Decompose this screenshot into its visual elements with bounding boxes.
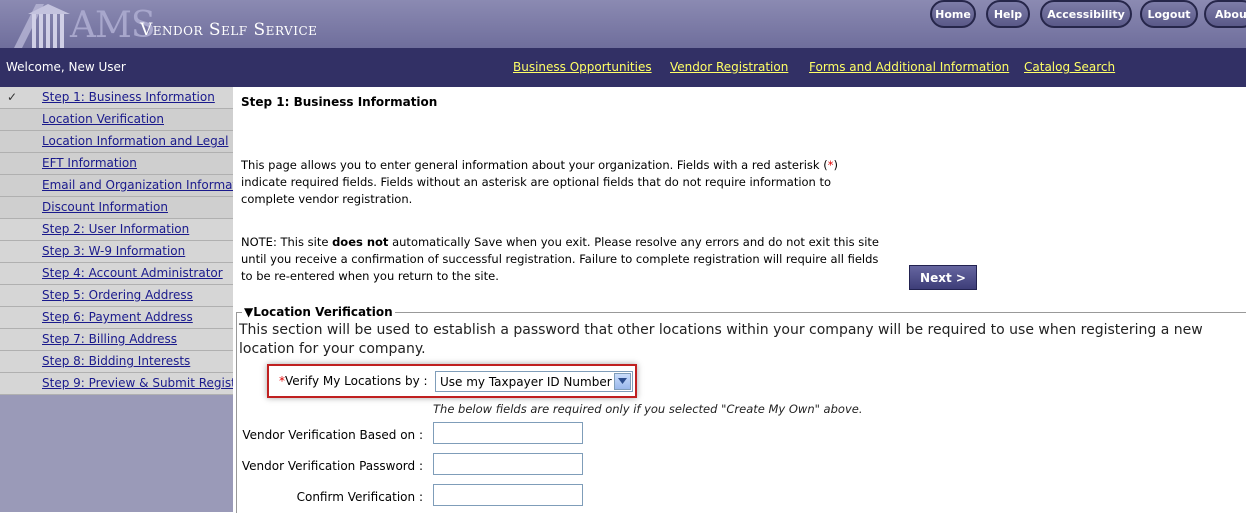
- main-content: Step 1: Business Information This page a…: [233, 87, 1246, 513]
- nav-vendor-registration[interactable]: Vendor Registration: [670, 60, 788, 74]
- verification-based-on-label: Vendor Verification Based on :: [242, 428, 423, 442]
- intro-text: This page allows you to enter general in…: [241, 157, 881, 208]
- about-button[interactable]: About: [1204, 0, 1246, 28]
- nav-forms-info[interactable]: Forms and Additional Information: [809, 60, 1009, 74]
- sidebar-item-location-information[interactable]: Location Information and Legal: [0, 131, 233, 153]
- welcome-text: Welcome, New User: [6, 60, 126, 74]
- sidebar-item-business-information[interactable]: ✓ Step 1: Business Information: [0, 87, 233, 109]
- sidebar-item-preview-submit[interactable]: Step 9: Preview & Submit Registration: [0, 373, 233, 395]
- page-title: Step 1: Business Information: [241, 95, 438, 109]
- section-toggle[interactable]: ▼Location Verification: [242, 305, 395, 319]
- sidebar-item-label[interactable]: Step 3: W-9 Information: [42, 241, 185, 262]
- sidebar: ✓ Step 1: Business Information Location …: [0, 87, 233, 512]
- chevron-down-icon[interactable]: [614, 373, 631, 390]
- section-description: This section will be used to establish a…: [239, 322, 1203, 357]
- confirm-verification-input[interactable]: [433, 484, 583, 506]
- sidebar-item-label[interactable]: Step 6: Payment Address: [42, 307, 193, 328]
- accessibility-button[interactable]: Accessibility: [1040, 0, 1132, 28]
- create-own-hint: The below fields are required only if yo…: [433, 402, 863, 416]
- sidebar-item-label[interactable]: Email and Organization Information: [42, 175, 233, 196]
- sidebar-item-label[interactable]: Step 1: Business Information: [42, 87, 215, 108]
- verification-password-label: Vendor Verification Password :: [241, 459, 423, 473]
- sidebar-item-billing-address[interactable]: Step 7: Billing Address: [0, 329, 233, 351]
- logout-button[interactable]: Logout: [1140, 0, 1198, 28]
- sidebar-item-w9-information[interactable]: Step 3: W-9 Information: [0, 241, 233, 263]
- verify-locations-label: *Verify My Locations by :: [279, 374, 428, 388]
- nav-catalog-search[interactable]: Catalog Search: [1024, 60, 1115, 74]
- verify-label-text: Verify My Locations by :: [285, 374, 428, 388]
- sidebar-item-eft-information[interactable]: EFT Information: [0, 153, 233, 175]
- save-note: NOTE: This site does not automatically S…: [241, 234, 891, 285]
- verification-password-input[interactable]: [433, 453, 583, 475]
- sidebar-item-ordering-address[interactable]: Step 5: Ordering Address: [0, 285, 233, 307]
- sidebar-item-label[interactable]: Step 5: Ordering Address: [42, 285, 193, 306]
- sidebar-item-location-verification[interactable]: Location Verification: [0, 109, 233, 131]
- intro-text-part: This page allows you to enter general in…: [241, 158, 828, 172]
- home-button[interactable]: Home: [930, 0, 976, 28]
- sidebar-item-email-organization[interactable]: Email and Organization Information: [0, 175, 233, 197]
- sidebar-item-account-administrator[interactable]: Step 4: Account Administrator: [0, 263, 233, 285]
- sidebar-item-bidding-interests[interactable]: Step 8: Bidding Interests: [0, 351, 233, 373]
- sidebar-steps: ✓ Step 1: Business Information Location …: [0, 87, 233, 395]
- sidebar-item-label[interactable]: Location Information and Legal: [42, 131, 228, 152]
- header-banner: AMS Vendor Self Service Home Help Access…: [0, 0, 1246, 48]
- verify-locations-value: Use my Taxpayer ID Number: [440, 375, 612, 389]
- app-title: Vendor Self Service: [140, 20, 318, 40]
- welcome-bar: Welcome, New User Business Opportunities…: [0, 48, 1246, 87]
- verify-locations-highlight: *Verify My Locations by : Use my Taxpaye…: [267, 364, 637, 398]
- sidebar-item-label[interactable]: Step 8: Bidding Interests: [42, 351, 190, 372]
- help-button[interactable]: Help: [986, 0, 1030, 28]
- next-button[interactable]: Next >: [909, 265, 977, 290]
- sidebar-item-label[interactable]: EFT Information: [42, 153, 137, 174]
- sidebar-item-label[interactable]: Location Verification: [42, 109, 164, 130]
- sidebar-item-payment-address[interactable]: Step 6: Payment Address: [0, 307, 233, 329]
- capitol-pillars-icon: [14, 4, 70, 48]
- sidebar-item-label[interactable]: Discount Information: [42, 197, 168, 218]
- location-verification-section: ▼Location Verification This section will…: [236, 305, 1246, 513]
- verify-locations-select[interactable]: Use my Taxpayer ID Number: [435, 371, 633, 392]
- sidebar-item-label[interactable]: Step 2: User Information: [42, 219, 189, 240]
- sidebar-item-label[interactable]: Step 4: Account Administrator: [42, 263, 223, 284]
- note-text-part: NOTE: This site: [241, 235, 333, 249]
- sidebar-item-label[interactable]: Step 9: Preview & Submit Registration: [42, 373, 233, 394]
- confirm-verification-label: Confirm Verification :: [296, 490, 423, 504]
- sidebar-item-discount-information[interactable]: Discount Information: [0, 197, 233, 219]
- sidebar-item-label[interactable]: Step 7: Billing Address: [42, 329, 177, 350]
- nav-business-opportunities[interactable]: Business Opportunities: [513, 60, 652, 74]
- verification-based-on-input[interactable]: [433, 422, 583, 444]
- sidebar-item-user-information[interactable]: Step 2: User Information: [0, 219, 233, 241]
- checkmark-icon: ✓: [7, 90, 18, 104]
- note-emphasis: does not: [332, 235, 389, 249]
